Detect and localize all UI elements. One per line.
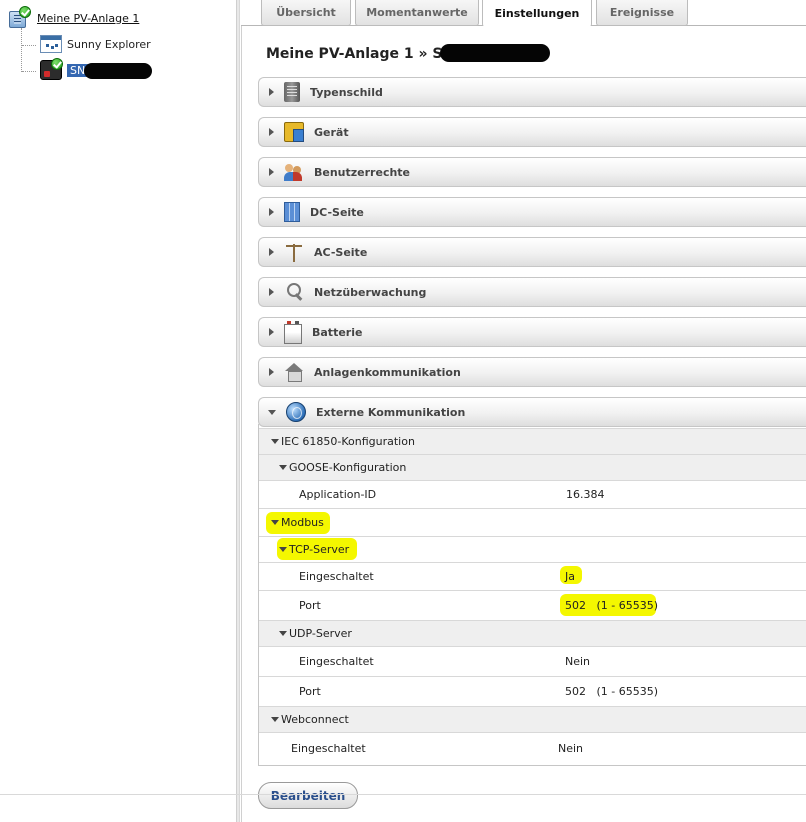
setting-value: 502 (1 - 65535) xyxy=(565,599,659,612)
battery-icon xyxy=(284,321,302,344)
page-title: Meine PV-Anlage 1 » SN: xyxy=(266,46,460,62)
group-tcp-server[interactable]: TCP-Server xyxy=(259,536,806,562)
bottom-border xyxy=(0,794,806,795)
expand-arrow-icon xyxy=(269,88,274,96)
collapse-arrow-icon xyxy=(268,409,276,415)
collapse-arrow-icon xyxy=(279,547,287,552)
redacted-serial xyxy=(440,44,550,62)
redacted-serial xyxy=(84,63,152,79)
tab-overview[interactable]: Übersicht xyxy=(261,0,351,26)
group-modbus[interactable]: Modbus xyxy=(259,508,806,536)
tree-connector xyxy=(21,28,22,72)
group-iec61850[interactable]: IEC 61850-Konfiguration xyxy=(259,428,806,454)
plant-tree: Meine PV-Anlage 1 Sunny Explorer SN: xyxy=(0,0,236,822)
setting-value: 502 (1 - 65535) xyxy=(565,685,659,698)
tree-connector xyxy=(22,71,36,72)
section-geraet[interactable]: Gerät xyxy=(258,117,806,147)
section-externe-kommunikation[interactable]: Externe Kommunikation xyxy=(258,397,806,427)
tab-events[interactable]: Ereignisse xyxy=(596,0,688,26)
tab-settings[interactable]: Einstellungen xyxy=(482,0,592,27)
window-icon xyxy=(40,35,62,53)
setting-row-tcp-port: Port 502 (1 - 65535) xyxy=(259,590,806,620)
expand-arrow-icon xyxy=(269,328,274,336)
setting-row-webconnect-enabled: Eingeschaltet Nein xyxy=(259,732,806,764)
collapse-arrow-icon xyxy=(279,465,287,470)
nameplate-icon xyxy=(284,82,300,102)
grid-monitor-icon xyxy=(284,282,304,302)
collapse-arrow-icon xyxy=(271,439,279,444)
expand-arrow-icon xyxy=(269,288,274,296)
power-pole-icon xyxy=(284,242,304,262)
setting-value: Nein xyxy=(565,655,591,668)
section-netzueberwachung[interactable]: Netzüberwachung xyxy=(258,277,806,307)
solar-panel-icon xyxy=(284,202,300,222)
setting-value: Ja xyxy=(565,570,575,583)
inverter-icon xyxy=(40,58,63,80)
status-ok-icon xyxy=(51,58,63,70)
setting-row-tcp-enabled: Eingeschaltet Ja xyxy=(259,562,806,590)
expand-arrow-icon xyxy=(269,168,274,176)
device-icon xyxy=(284,122,304,142)
tab-bar: Übersicht Momentanwerte Einstellungen Er… xyxy=(241,0,806,27)
tree-node-sunny-explorer[interactable]: Sunny Explorer xyxy=(40,35,151,53)
status-ok-icon xyxy=(19,6,31,18)
house-signal-icon xyxy=(284,362,304,382)
tab-momentary-values[interactable]: Momentanwerte xyxy=(355,0,479,26)
group-goose[interactable]: GOOSE-Konfiguration xyxy=(259,454,806,480)
expand-arrow-icon xyxy=(269,248,274,256)
collapse-arrow-icon xyxy=(279,631,287,636)
expand-arrow-icon xyxy=(269,208,274,216)
group-webconnect[interactable]: Webconnect xyxy=(259,706,806,732)
group-udp-server[interactable]: UDP-Server xyxy=(259,620,806,646)
settings-content: Meine PV-Anlage 1 » SN: Typenschild Gerä… xyxy=(241,26,806,822)
collapse-arrow-icon xyxy=(271,717,279,722)
expand-arrow-icon xyxy=(269,368,274,376)
setting-value: 16.384 xyxy=(566,488,605,501)
external-communication-panel: IEC 61850-Konfiguration GOOSE-Konfigurat… xyxy=(258,424,806,766)
setting-value: Nein xyxy=(558,742,584,755)
section-benutzerrechte[interactable]: Benutzerrechte xyxy=(258,157,806,187)
section-anlagenkommunikation[interactable]: Anlagenkommunikation xyxy=(258,357,806,387)
globe-icon xyxy=(286,402,306,422)
section-typenschild[interactable]: Typenschild xyxy=(258,77,806,107)
tree-node-plant[interactable]: Meine PV-Anlage 1 xyxy=(8,6,139,30)
setting-row-udp-port: Port 502 (1 - 65535) xyxy=(259,676,806,706)
setting-row-udp-enabled: Eingeschaltet Nein xyxy=(259,646,806,676)
tree-connector xyxy=(22,45,36,46)
tree-item-label: Sunny Explorer xyxy=(67,37,151,51)
section-batterie[interactable]: Batterie xyxy=(258,317,806,347)
app-window: Meine PV-Anlage 1 Sunny Explorer SN: Übe… xyxy=(0,0,806,822)
section-dc-seite[interactable]: DC-Seite xyxy=(258,197,806,227)
pane-splitter[interactable] xyxy=(236,0,240,822)
setting-row-application-id: Application-ID 16.384 xyxy=(259,480,806,508)
users-icon xyxy=(284,162,304,182)
edit-button[interactable]: Bearbeiten xyxy=(258,782,358,809)
tree-root-label[interactable]: Meine PV-Anlage 1 xyxy=(37,12,139,25)
collapse-arrow-icon xyxy=(271,520,279,525)
expand-arrow-icon xyxy=(269,128,274,136)
plant-icon xyxy=(8,6,32,30)
section-ac-seite[interactable]: AC-Seite xyxy=(258,237,806,267)
